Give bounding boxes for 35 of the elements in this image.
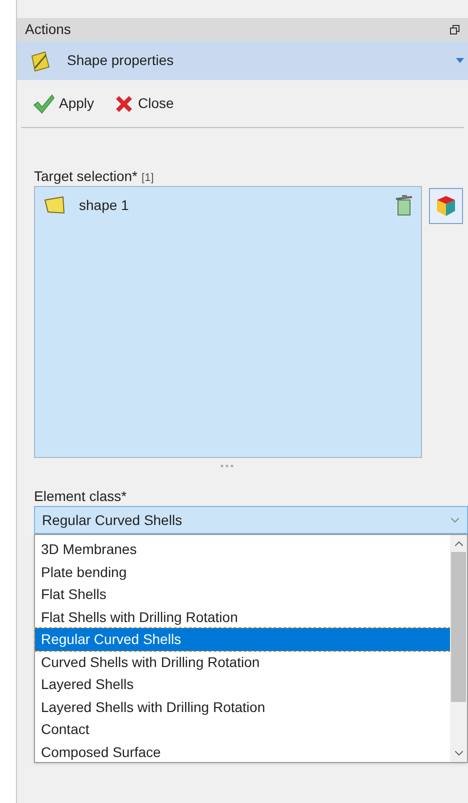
dropdown-option[interactable]: Curved Shells with Drilling Rotation [35, 650, 450, 673]
section-title: Shape properties [67, 51, 175, 70]
dropdown-option[interactable]: Layered Shells [35, 673, 450, 696]
selection-list[interactable]: shape 1 [34, 186, 422, 458]
dropdown-option[interactable]: Regular Curved Shells [35, 628, 450, 650]
selection-count: [1] [142, 171, 154, 186]
dropdown-option[interactable]: Flat Shells with Drilling Rotation [35, 606, 450, 628]
field-label: Target selection* [34, 167, 138, 186]
dropdown-option[interactable]: Contact [35, 718, 450, 740]
close-icon [114, 94, 134, 114]
cube-button[interactable] [429, 188, 463, 224]
field-label: Element class* [34, 487, 128, 506]
shape-icon [43, 195, 67, 215]
restore-window-icon[interactable] [450, 24, 460, 34]
list-item[interactable]: shape 1 [79, 194, 383, 216]
checkmark-icon [33, 94, 55, 114]
section-header[interactable]: Shape properties [17, 41, 468, 80]
chevron-up-icon[interactable] [454, 541, 462, 546]
panel-title: Actions [25, 20, 71, 39]
dropdown-option[interactable]: Layered Shells with Drilling Rotation [35, 696, 450, 718]
apply-button[interactable]: Apply [33, 93, 94, 114]
scrollbar-thumb[interactable] [451, 552, 466, 702]
trash-icon[interactable] [395, 194, 413, 216]
note-icon [29, 50, 51, 72]
chevron-down-icon [451, 518, 459, 522]
chevron-down-icon[interactable] [454, 751, 462, 756]
dropdown-option[interactable]: Plate bending [35, 560, 450, 583]
dropdown-option[interactable]: 3D Membranes [35, 538, 450, 560]
resize-grip-icon[interactable] [220, 464, 234, 468]
element-class-dropdown[interactable]: Regular Curved Shells [34, 506, 468, 534]
close-button[interactable]: Close [114, 93, 174, 114]
dropdown-option[interactable]: Flat Shells [35, 583, 450, 606]
cube-icon [436, 195, 456, 217]
scrollbar[interactable] [450, 535, 467, 762]
dropdown-option[interactable]: Composed Surface [35, 740, 450, 763]
